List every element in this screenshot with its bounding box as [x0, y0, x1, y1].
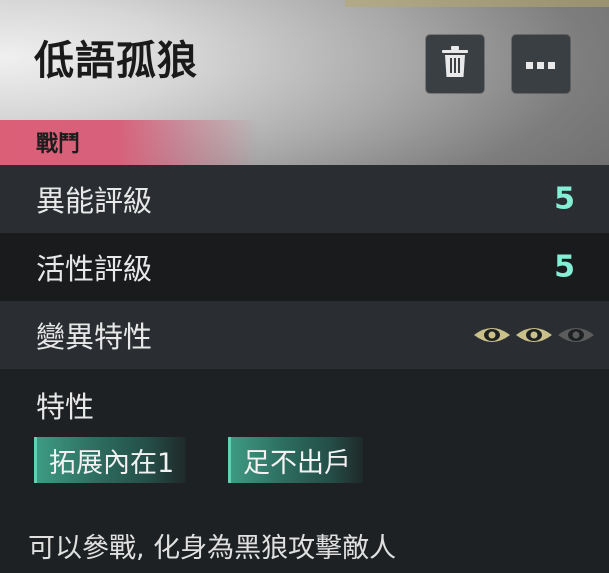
- stat-value: 5: [554, 249, 575, 285]
- eye-icon: [558, 328, 594, 342]
- more-options-button[interactable]: [512, 35, 570, 93]
- category-label: 戰鬥: [36, 132, 81, 157]
- eye-icon: [516, 328, 552, 342]
- mutation-row: 變異特性: [0, 301, 609, 369]
- more-icon: [526, 55, 556, 74]
- description-text: 可以參戰, 化身為黑狼攻擊敵人: [28, 533, 397, 564]
- traits-title: 特性: [36, 390, 95, 424]
- eye-icon: [474, 328, 510, 342]
- trash-icon: [440, 45, 470, 83]
- trait-tag[interactable]: 拓展內在1: [34, 437, 187, 483]
- header-top-strip: [345, 0, 609, 7]
- trait-tag[interactable]: 足不出戶: [228, 437, 363, 483]
- mutation-level-indicator: [473, 324, 595, 346]
- card-header: 低語孤狼 戰鬥: [0, 0, 609, 165]
- stat-value: 5: [554, 181, 575, 217]
- companion-card: 低語孤狼 戰鬥 異能評級 5 活性評級 5 變異特性 特性 拓展內在1 足不出戶…: [0, 0, 609, 573]
- stat-label: 活性評級: [36, 252, 153, 286]
- stat-label: 異能評級: [36, 184, 153, 218]
- delete-button[interactable]: [426, 35, 484, 93]
- stat-row-activity-rating: 活性評級 5: [0, 233, 609, 301]
- mutation-label: 變異特性: [36, 320, 153, 354]
- stat-row-ability-rating: 異能評級 5: [0, 165, 609, 233]
- card-title: 低語孤狼: [34, 38, 198, 84]
